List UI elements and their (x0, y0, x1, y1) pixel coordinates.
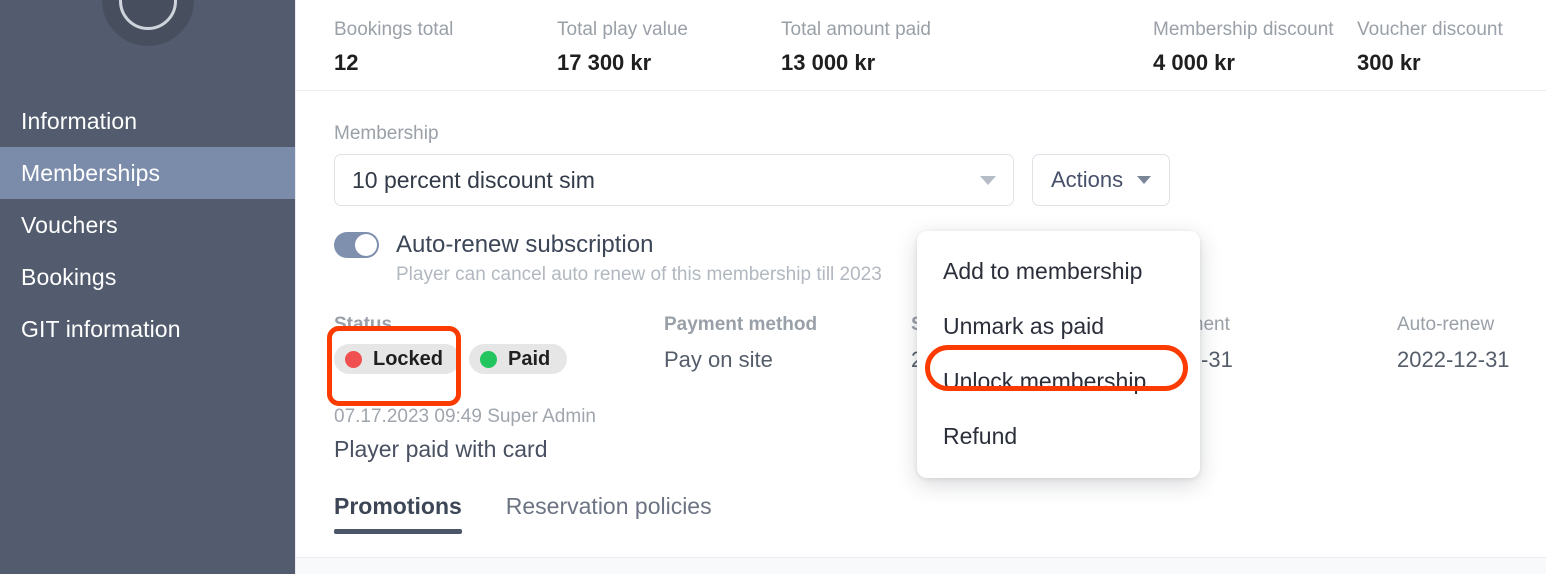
membership-controls-row: 10 percent discount sim Actions (334, 154, 1546, 206)
payment-method-value: Pay on site (664, 347, 773, 372)
auto-renew-date-label: Auto-renew (1397, 314, 1495, 335)
status-dot-green (480, 350, 498, 368)
app-root: Information Memberships Vouchers Booking… (0, 0, 1546, 574)
payment-method-label: Payment method (664, 314, 818, 335)
actions-dropdown-menu: Add to membership Unmark as paid Unlock … (917, 231, 1200, 478)
status-label: Status (334, 314, 393, 335)
tab-reservation-policies[interactable]: Reservation policies (506, 493, 712, 534)
stat-label: Bookings total (334, 19, 454, 40)
chevron-down-icon (980, 175, 996, 185)
stat-total-play-value: Total play value 17 300 kr (557, 0, 781, 78)
menu-item-label: Unlock membership (943, 368, 1147, 394)
membership-select-value: 10 percent discount sim (352, 166, 595, 193)
menu-item-unmark-as-paid[interactable]: Unmark as paid (917, 299, 1200, 354)
detail-payment-method: Payment method Pay on site (664, 314, 911, 375)
menu-item-label: Add to membership (943, 258, 1143, 284)
status-badge-label: Paid (508, 347, 551, 370)
sidebar-item-bookings[interactable]: Bookings (0, 251, 295, 303)
stats-strip: Bookings total 12 Total play value 17 30… (296, 0, 1546, 91)
status-badge-label: Locked (373, 347, 444, 370)
tab-bar: Promotions Reservation policies (334, 493, 1546, 534)
toggle-knob (355, 234, 377, 256)
sidebar-item-label: Information (21, 107, 138, 134)
actions-button[interactable]: Actions (1032, 154, 1171, 206)
stat-value: 300 kr (1357, 50, 1421, 75)
sidebar-item-label: Bookings (21, 263, 117, 290)
membership-select[interactable]: 10 percent discount sim (334, 154, 1014, 206)
sidebar-item-information[interactable]: Information (0, 95, 295, 147)
chevron-down-icon (1137, 176, 1152, 184)
stat-value: 13 000 kr (781, 50, 876, 75)
tab-promotions[interactable]: Promotions (334, 493, 462, 534)
stat-voucher-discount: Voucher discount 300 kr (1357, 0, 1503, 78)
stat-value: 17 300 kr (557, 50, 652, 75)
status-badge-locked: Locked (334, 344, 461, 374)
auto-renew-date-value: 2022-12-31 (1397, 347, 1510, 372)
actions-button-label: Actions (1051, 167, 1124, 192)
sidebar-nav: Information Memberships Vouchers Booking… (0, 95, 295, 355)
stat-label: Membership discount (1153, 19, 1334, 40)
avatar (0, 0, 295, 46)
sidebar: Information Memberships Vouchers Booking… (0, 0, 295, 574)
user-avatar-icon (101, 0, 194, 46)
stat-label: Total amount paid (781, 19, 931, 40)
membership-field-label: Membership (334, 123, 439, 144)
stat-value: 12 (334, 50, 359, 75)
tab-label: Promotions (334, 493, 462, 519)
sidebar-item-memberships[interactable]: Memberships (0, 147, 295, 199)
menu-item-label: Refund (943, 423, 1018, 449)
menu-item-refund[interactable]: Refund (917, 409, 1200, 464)
auto-renew-label: Auto-renew subscription (396, 231, 654, 258)
sidebar-item-label: GIT information (21, 315, 181, 342)
sidebar-item-vouchers[interactable]: Vouchers (0, 199, 295, 251)
menu-item-label: Unmark as paid (943, 313, 1105, 339)
menu-item-unlock-membership[interactable]: Unlock membership (917, 354, 1200, 409)
detail-auto-renew-date: Auto-renew 2022-12-31 (1397, 314, 1510, 375)
stat-membership-discount: Membership discount 4 000 kr (1153, 0, 1357, 78)
sidebar-item-label: Vouchers (21, 211, 118, 238)
bottom-band (296, 557, 1546, 574)
auto-renew-toggle[interactable] (334, 232, 379, 258)
stat-total-amount-paid: Total amount paid 13 000 kr (781, 0, 1153, 78)
menu-item-add-to-membership[interactable]: Add to membership (917, 244, 1200, 299)
status-chips: Locked Paid (334, 344, 664, 374)
sidebar-item-git-information[interactable]: GIT information (0, 303, 295, 355)
status-dot-red (345, 350, 362, 368)
status-badge-paid: Paid (469, 344, 568, 374)
sidebar-item-label: Memberships (21, 159, 161, 186)
stat-bookings-total: Bookings total 12 (334, 0, 557, 78)
stat-label: Total play value (557, 19, 688, 40)
stat-value: 4 000 kr (1153, 50, 1235, 75)
avatar-ring (118, 0, 177, 30)
stat-label: Voucher discount (1357, 19, 1503, 40)
tab-label: Reservation policies (505, 493, 712, 519)
detail-status: Status Locked Paid (334, 314, 664, 375)
